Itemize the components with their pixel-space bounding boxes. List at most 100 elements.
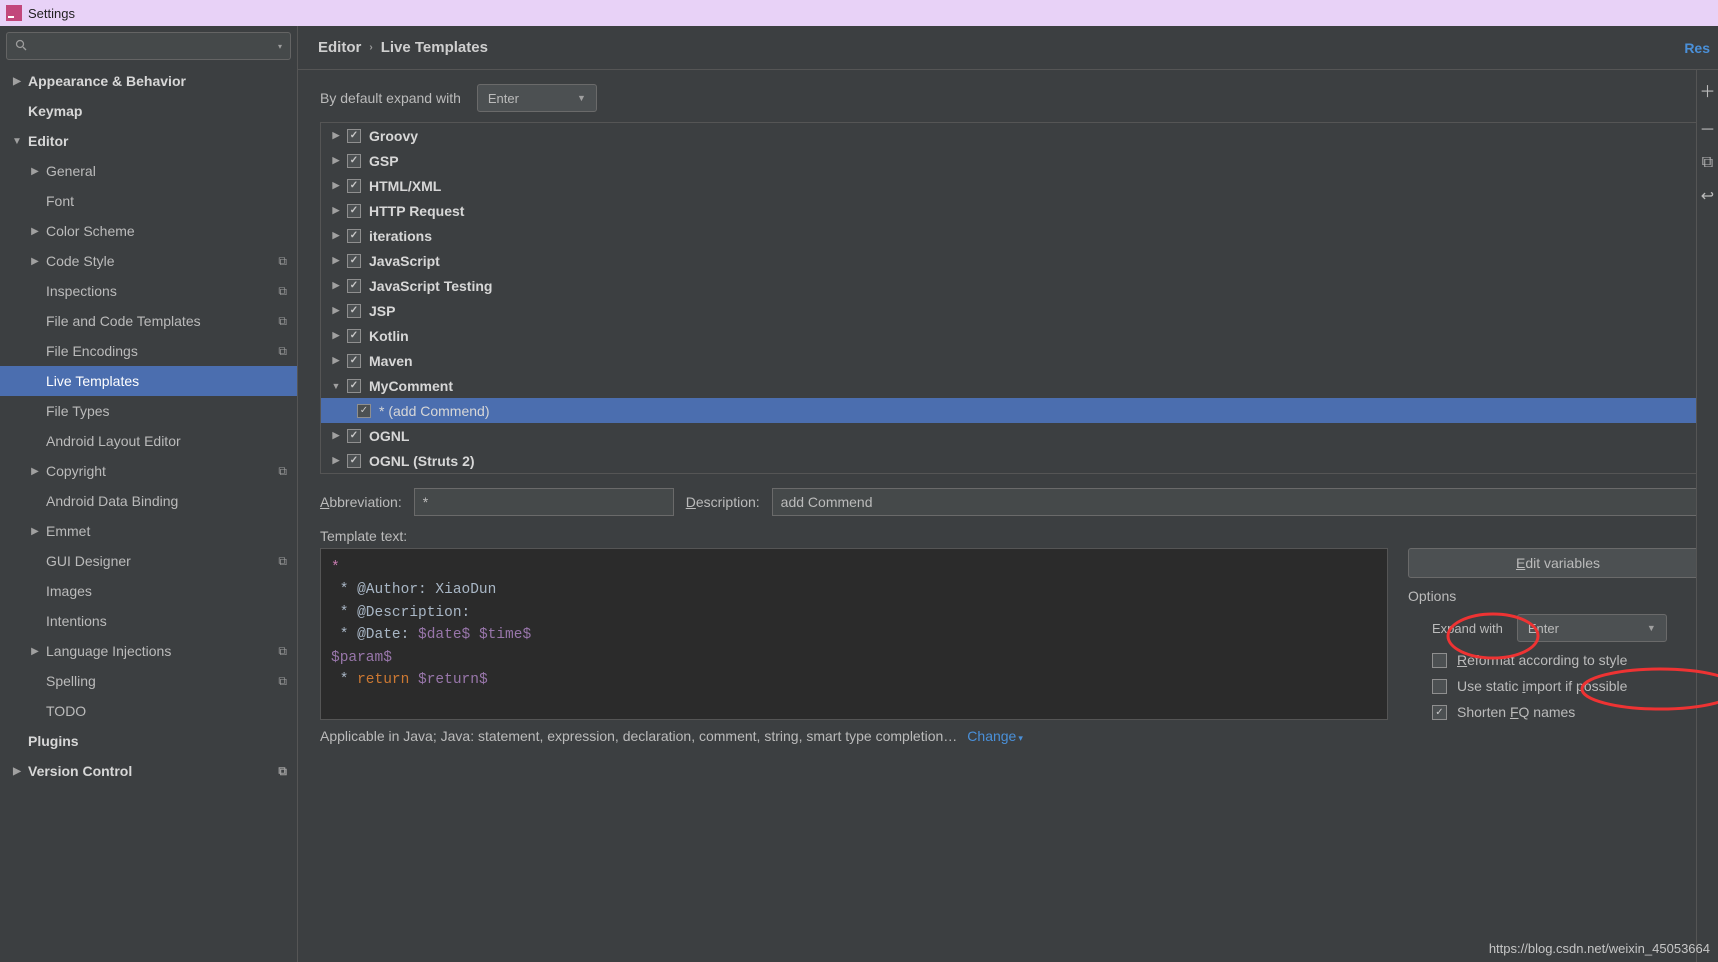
- tree-arrow-icon: ▶: [28, 166, 42, 177]
- sidebar-item[interactable]: ▶Plugins: [0, 726, 297, 756]
- sidebar-item[interactable]: ▶TODO: [0, 696, 297, 726]
- sidebar-item[interactable]: ▶General: [0, 156, 297, 186]
- tree-arrow-icon: ▶: [329, 180, 343, 191]
- sidebar-item-label: Images: [46, 583, 92, 599]
- default-expand-select[interactable]: Enter ▼: [477, 84, 597, 112]
- sidebar-item[interactable]: ▶Emmet: [0, 516, 297, 546]
- template-group[interactable]: ▼ ✓ MyComment: [321, 373, 1707, 398]
- sidebar-item[interactable]: ▶Version Control⧉: [0, 756, 297, 786]
- shorten-fq-checkbox[interactable]: ✓: [1432, 705, 1447, 720]
- template-group[interactable]: ▶✓HTTP Request: [321, 198, 1707, 223]
- template-label: HTTP Request: [369, 203, 464, 219]
- template-text-editor[interactable]: * * @Author: XiaoDun * @Description: * @…: [320, 548, 1388, 720]
- sidebar-item[interactable]: ▶Font: [0, 186, 297, 216]
- copy-icon[interactable]: ⧉: [1702, 154, 1713, 172]
- template-checkbox[interactable]: ✓: [347, 229, 361, 243]
- template-checkbox[interactable]: ✓: [347, 429, 361, 443]
- sidebar-item[interactable]: ▶Spelling⧉: [0, 666, 297, 696]
- scope-icon: ⧉: [278, 644, 287, 659]
- edit-variables-button[interactable]: Edit variables: [1408, 548, 1708, 578]
- scope-icon: ⧉: [278, 314, 287, 329]
- sidebar-item-label: Appearance & Behavior: [28, 73, 186, 89]
- sidebar-item-label: Keymap: [28, 103, 82, 119]
- applicable-contexts: Applicable in Java; Java: statement, exp…: [320, 728, 957, 744]
- default-expand-label: By default expand with: [320, 90, 461, 106]
- template-label: HTML/XML: [369, 178, 441, 194]
- sidebar-item[interactable]: ▶Intentions: [0, 606, 297, 636]
- remove-icon[interactable]: －: [1699, 116, 1715, 140]
- shorten-fq-label: Shorten FQ names: [1457, 704, 1575, 720]
- template-group[interactable]: ▶✓JavaScript: [321, 248, 1707, 273]
- template-label: Groovy: [369, 128, 418, 144]
- template-checkbox[interactable]: ✓: [347, 329, 361, 343]
- template-checkbox[interactable]: ✓: [347, 254, 361, 268]
- template-checkbox[interactable]: ✓: [347, 354, 361, 368]
- sidebar-item[interactable]: ▶Inspections⧉: [0, 276, 297, 306]
- search-input[interactable]: ▾: [6, 32, 291, 60]
- sidebar-item[interactable]: ▶File Types: [0, 396, 297, 426]
- tree-arrow-icon: ▶: [10, 766, 24, 777]
- template-group[interactable]: ▶✓Kotlin: [321, 323, 1707, 348]
- template-label: JavaScript: [369, 253, 440, 269]
- reset-link[interactable]: Res: [1684, 40, 1710, 56]
- app-icon: [6, 5, 22, 21]
- sidebar-item[interactable]: ▶Language Injections⧉: [0, 636, 297, 666]
- template-checkbox[interactable]: ✓: [347, 379, 361, 393]
- template-checkbox[interactable]: ✓: [347, 304, 361, 318]
- template-group[interactable]: ▶✓GSP: [321, 148, 1707, 173]
- settings-sidebar: ▾ ▶Appearance & Behavior▶Keymap▼Editor▶G…: [0, 26, 298, 962]
- change-contexts-link[interactable]: Change▾: [967, 728, 1023, 744]
- sidebar-item[interactable]: ▼Editor: [0, 126, 297, 156]
- sidebar-item[interactable]: ▶File and Code Templates⧉: [0, 306, 297, 336]
- tree-arrow-icon: ▶: [10, 76, 24, 87]
- template-group[interactable]: ▶✓JavaScript Testing: [321, 273, 1707, 298]
- sidebar-item[interactable]: ▶Code Style⧉: [0, 246, 297, 276]
- abbreviation-input[interactable]: [414, 488, 674, 516]
- template-group[interactable]: ▶✓OGNL (Struts 2): [321, 448, 1707, 473]
- sidebar-item[interactable]: ▶Copyright⧉: [0, 456, 297, 486]
- template-checkbox[interactable]: ✓: [347, 204, 361, 218]
- sidebar-item[interactable]: ▶GUI Designer⧉: [0, 546, 297, 576]
- main-panel: Editor › Live Templates Res By default e…: [298, 26, 1718, 962]
- breadcrumb-page: Live Templates: [381, 39, 488, 56]
- template-item[interactable]: ✓* (add Commend): [321, 398, 1707, 423]
- template-checkbox[interactable]: ✓: [347, 179, 361, 193]
- tree-arrow-icon: ▼: [10, 136, 24, 147]
- template-checkbox[interactable]: ✓: [347, 129, 361, 143]
- template-group[interactable]: ▶ ✓ HTML/XML: [321, 173, 1707, 198]
- search-dropdown-icon: ▾: [278, 42, 282, 51]
- template-label: MyComment: [369, 378, 453, 394]
- restore-icon[interactable]: ↩: [1701, 186, 1714, 206]
- sidebar-item[interactable]: ▶Android Layout Editor: [0, 426, 297, 456]
- tree-arrow-icon: ▶: [329, 305, 343, 316]
- templates-tree[interactable]: ▶ ✓ Groovy ▶✓GSP ▶ ✓ HTML/XML ▶ ✓ HTTP Request ▶✓i…: [320, 122, 1708, 474]
- sidebar-item[interactable]: ▶Images: [0, 576, 297, 606]
- titlebar: Settings: [0, 0, 1718, 26]
- template-label: OGNL (Struts 2): [369, 453, 475, 469]
- default-expand-value: Enter: [488, 91, 519, 106]
- sidebar-item[interactable]: ▶Keymap: [0, 96, 297, 126]
- description-input[interactable]: [772, 488, 1708, 516]
- template-group[interactable]: ▶✓Maven: [321, 348, 1707, 373]
- static-import-checkbox[interactable]: [1432, 679, 1447, 694]
- add-icon[interactable]: ＋: [1699, 78, 1715, 102]
- tree-arrow-icon: ▶: [329, 330, 343, 341]
- expand-with-select[interactable]: Enter ▼: [1517, 614, 1667, 642]
- sidebar-item[interactable]: ▶Android Data Binding: [0, 486, 297, 516]
- nav-tree: ▶Appearance & Behavior▶Keymap▼Editor▶Gen…: [0, 66, 297, 962]
- template-group[interactable]: ▶✓JSP: [321, 298, 1707, 323]
- sidebar-item[interactable]: ▶File Encodings⧉: [0, 336, 297, 366]
- sidebar-item[interactable]: ▶Live Templates: [0, 366, 297, 396]
- sidebar-item[interactable]: ▶Color Scheme: [0, 216, 297, 246]
- template-group[interactable]: ▶✓iterations: [321, 223, 1707, 248]
- template-checkbox[interactable]: ✓: [347, 454, 361, 468]
- template-checkbox[interactable]: ✓: [347, 279, 361, 293]
- sidebar-item[interactable]: ▶ Appearance & Behavior: [0, 66, 297, 96]
- template-group[interactable]: ▶✓OGNL: [321, 423, 1707, 448]
- template-checkbox[interactable]: ✓: [357, 404, 371, 418]
- reformat-checkbox[interactable]: [1432, 653, 1447, 668]
- tree-arrow-icon: ▼: [329, 381, 343, 391]
- template-checkbox[interactable]: ✓: [347, 154, 361, 168]
- template-group[interactable]: ▶✓Groovy: [321, 123, 1707, 148]
- breadcrumb-root[interactable]: Editor: [318, 39, 361, 56]
